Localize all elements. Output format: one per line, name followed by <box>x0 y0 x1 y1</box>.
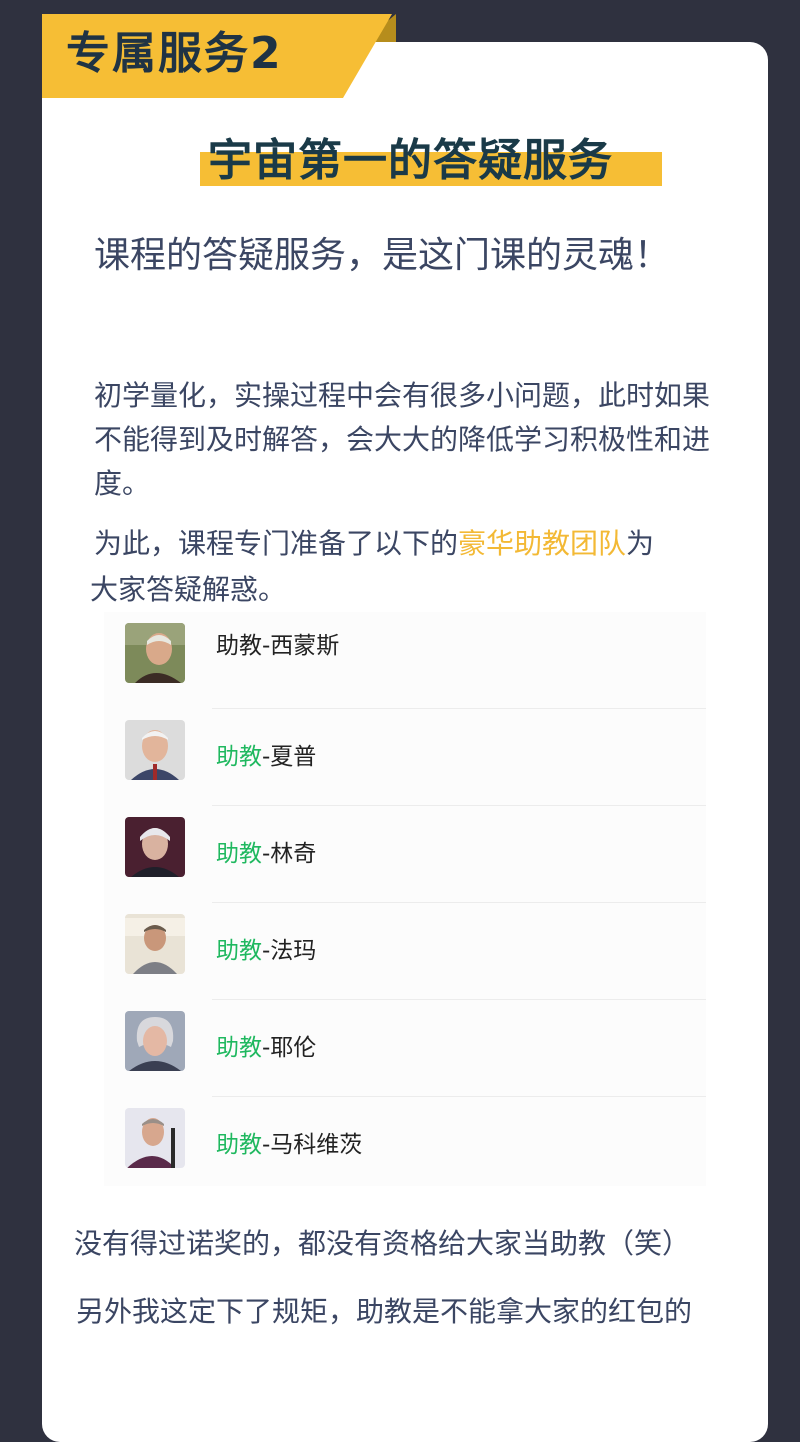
list-item: 助教-西蒙斯 <box>104 612 706 709</box>
team-highlight-text: 豪华助教团队 <box>458 527 627 560</box>
portrait-yellen-icon <box>125 1011 185 1071</box>
ribbon-label: 专属服务2 <box>66 28 283 79</box>
assistant-suffix: -夏普 <box>262 744 317 770</box>
assistant-name: 助教-马科维茨 <box>216 1125 362 1159</box>
assistant-suffix: -法玛 <box>262 938 317 964</box>
portrait-sharpe-icon <box>125 720 185 780</box>
assistant-list: 助教-西蒙斯 助教-夏普 助教-林奇 助教-法玛 助教-耶伦 助教-马科维茨 <box>104 612 706 1186</box>
assistant-name: 助教-耶伦 <box>216 1028 316 1062</box>
assistant-prefix: 助教 <box>216 938 262 964</box>
portrait-fama-icon <box>125 914 185 974</box>
assistant-prefix: 助教 <box>216 1132 262 1158</box>
assistant-prefix: 助教 <box>216 841 262 867</box>
list-item: 助教-马科维茨 <box>104 1097 706 1194</box>
list-item: 助教-林奇 <box>104 806 706 903</box>
assistant-name: 助教-西蒙斯 <box>216 626 339 660</box>
portrait-markowitz-icon <box>125 1108 185 1168</box>
team-intro-line: 为此，课程专门准备了以下的豪华助教团队为 <box>94 522 710 566</box>
avatar <box>125 1011 185 1071</box>
assistant-name: 助教-夏普 <box>216 737 316 771</box>
page-headline: 宇宙第一的答疑服务 <box>208 135 613 186</box>
portrait-lynch-icon <box>125 817 185 877</box>
team-intro-continuation: 大家答疑解惑。 <box>90 573 287 606</box>
avatar <box>125 720 185 780</box>
avatar <box>125 1108 185 1168</box>
assistant-name: 助教-法玛 <box>216 931 316 965</box>
avatar <box>125 817 185 877</box>
assistant-prefix: 助教 <box>216 1035 262 1061</box>
intro-subtitle: 课程的答疑服务，是这门课的灵魂！ <box>94 235 671 276</box>
assistant-suffix: -林奇 <box>262 841 317 867</box>
avatar <box>125 914 185 974</box>
rule-note: 另外我这定下了规矩，助教是不能拿大家的红包的 <box>76 1295 693 1328</box>
assistant-name: 助教-林奇 <box>216 834 316 868</box>
assistant-suffix: -西蒙斯 <box>262 633 340 659</box>
portrait-simons-icon <box>125 623 185 683</box>
list-item: 助教-夏普 <box>104 709 706 806</box>
assistant-prefix: 助教 <box>216 633 262 659</box>
team-intro-text-end: 为 <box>626 527 655 560</box>
assistant-suffix: -马科维茨 <box>262 1132 363 1158</box>
assistant-prefix: 助教 <box>216 744 262 770</box>
list-item: 助教-法玛 <box>104 903 706 1000</box>
intro-paragraph: 初学量化，实操过程中会有很多小问题，此时如果不能得到及时解答，会大大的降低学习积… <box>94 379 711 500</box>
nobel-note: 没有得过诺奖的，都没有资格给大家当助教（笑） <box>74 1227 691 1260</box>
team-intro-text: 为此，课程专门准备了以下的 <box>94 527 459 560</box>
assistant-suffix: -耶伦 <box>262 1035 317 1061</box>
list-item: 助教-耶伦 <box>104 1000 706 1097</box>
avatar <box>125 623 185 683</box>
